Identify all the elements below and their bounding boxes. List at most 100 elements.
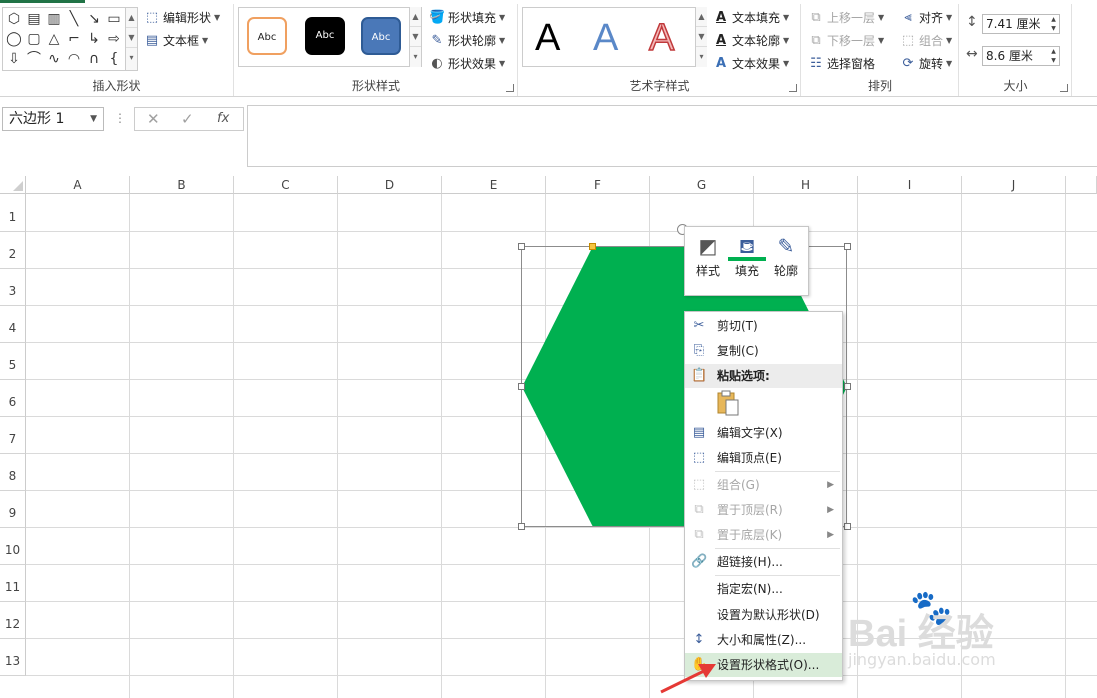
rotate-button[interactable]: ⟳ 旋转 ▼: [900, 54, 953, 74]
right-arrow-shape-icon[interactable]: ⇨: [105, 30, 123, 48]
style-preset-blue[interactable]: Abc: [361, 17, 401, 55]
arrow-line-shape-icon[interactable]: ↘: [85, 10, 103, 28]
scroll-up-icon[interactable]: ▲: [410, 7, 421, 27]
row-header-10[interactable]: 10: [0, 528, 26, 565]
oval-shape-icon[interactable]: ◯: [5, 30, 23, 48]
shape-styles-gallery[interactable]: Abc Abc Abc: [238, 7, 422, 67]
group-button[interactable]: ⬚ 组合 ▼: [900, 31, 952, 51]
down-arrow-shape-icon[interactable]: ⇩: [5, 50, 23, 68]
column-header-f[interactable]: F: [546, 176, 650, 194]
chevron-down-icon[interactable]: ▼: [90, 108, 97, 130]
arc-shape-icon[interactable]: ∩: [85, 50, 103, 68]
menu-size-properties[interactable]: ↕ 大小和属性(Z)...: [685, 628, 842, 652]
shape-styles-scroll[interactable]: ▲ ▼ ▾: [409, 7, 421, 67]
resize-handle-bottom-right[interactable]: [844, 523, 851, 530]
wordart-preset-blue[interactable]: A: [593, 16, 618, 60]
row-header-6[interactable]: 6: [0, 380, 26, 417]
expand-gallery-icon[interactable]: ▾: [410, 47, 421, 67]
shape-styles-launcher-icon[interactable]: [506, 84, 514, 92]
curve-shape-icon[interactable]: ◠: [65, 50, 83, 68]
wordart-preset-red[interactable]: A: [648, 16, 675, 60]
resize-handle-left[interactable]: [518, 383, 525, 390]
column-header-j[interactable]: J: [962, 176, 1066, 194]
text-fill-button[interactable]: A 文本填充 ▼: [713, 8, 789, 28]
row-header-9[interactable]: 9: [0, 491, 26, 528]
menu-edit-text[interactable]: ▤ 编辑文字(X): [685, 421, 842, 445]
adjust-handle[interactable]: [589, 243, 596, 250]
menu-assign-macro[interactable]: 指定宏(N)...: [685, 577, 842, 601]
formula-input[interactable]: [247, 105, 1097, 167]
row-header-2[interactable]: 2: [0, 232, 26, 269]
elbow-arrow-shape-icon[interactable]: ↳: [85, 30, 103, 48]
menu-copy[interactable]: ⎘ 复制(C): [685, 339, 842, 363]
shape-outline-button[interactable]: ✎ 形状轮廓 ▼: [429, 31, 506, 51]
column-header-c[interactable]: C: [234, 176, 338, 194]
shapes-gallery[interactable]: ⬡ ▤ ▥ ╲ ↘ ▭ ◯ ▢ △ ⌐ ↳ ⇨ ⇩ ⌒ ∿ ◠ ∩ { ▲ ▼ …: [2, 7, 138, 71]
resize-handle-bottom-left[interactable]: [518, 523, 525, 530]
column-header-b[interactable]: B: [130, 176, 234, 194]
wordart-preset-black[interactable]: A: [535, 16, 560, 60]
row-header-8[interactable]: 8: [0, 454, 26, 491]
style-preset-orange[interactable]: Abc: [247, 17, 287, 55]
scroll-up-icon[interactable]: ▲: [696, 7, 707, 27]
scroll-down-icon[interactable]: ▼: [696, 27, 707, 47]
column-header-e[interactable]: E: [442, 176, 546, 194]
row-header-11[interactable]: 11: [0, 565, 26, 602]
text-box-button[interactable]: ▤ 文本框 ▼: [144, 31, 208, 51]
align-button[interactable]: ⫷ 对齐 ▼: [900, 8, 952, 28]
edit-shape-button[interactable]: ⬚ 编辑形状 ▼: [144, 8, 220, 28]
menu-send-to-back[interactable]: ⧉ 置于底层(K) ▶: [685, 523, 842, 547]
vertical-textbox-shape-icon[interactable]: ▥: [45, 10, 63, 28]
shape-height-input[interactable]: 7.41 厘米 ▲ ▼: [982, 14, 1060, 34]
bring-forward-button[interactable]: ⧉ 上移一层 ▼: [808, 8, 884, 28]
cancel-icon[interactable]: ✕: [147, 108, 160, 130]
rectangle-shape-icon[interactable]: ▭: [105, 10, 123, 28]
paste-button[interactable]: [717, 390, 739, 416]
shapes-gallery-scroll[interactable]: ▲ ▼ ▾: [125, 8, 137, 70]
rounded-rect-shape-icon[interactable]: ▢: [25, 30, 43, 48]
fill-button[interactable]: ⛾ 填充: [728, 231, 766, 289]
row-header-3[interactable]: 3: [0, 269, 26, 306]
menu-format-shape[interactable]: ✋ 设置形状格式(O)...: [685, 653, 842, 677]
column-header-g[interactable]: G: [650, 176, 754, 194]
row-header-13[interactable]: 13: [0, 639, 26, 676]
brace-shape-icon[interactable]: {: [105, 50, 123, 68]
selection-pane-button[interactable]: ☷ 选择窗格: [808, 54, 875, 74]
row-header-7[interactable]: 7: [0, 417, 26, 454]
wordart-scroll[interactable]: ▲ ▼ ▾: [695, 7, 707, 67]
outline-button[interactable]: ✎ 轮廓: [767, 231, 805, 289]
resize-handle-top-left[interactable]: [518, 243, 525, 250]
menu-edit-points[interactable]: ⬚ 编辑顶点(E): [685, 446, 842, 470]
hexagon-shape-icon[interactable]: ⬡: [5, 10, 23, 28]
expand-gallery-icon[interactable]: ▾: [126, 48, 137, 68]
column-header-h[interactable]: H: [754, 176, 858, 194]
shape-width-input[interactable]: 8.6 厘米 ▲ ▼: [982, 46, 1060, 66]
elbow-connector-shape-icon[interactable]: ⌐: [65, 30, 83, 48]
scroll-down-icon[interactable]: ▼: [410, 27, 421, 47]
expand-gallery-icon[interactable]: ▾: [696, 47, 707, 67]
scroll-up-icon[interactable]: ▲: [126, 8, 137, 28]
column-header-d[interactable]: D: [338, 176, 442, 194]
menu-group[interactable]: ⬚ 组合(G) ▶: [685, 473, 842, 497]
width-spinner[interactable]: ▲ ▼: [1048, 47, 1059, 65]
column-header-i[interactable]: I: [858, 176, 962, 194]
row-header-1[interactable]: 1: [0, 194, 26, 232]
column-header-a[interactable]: A: [26, 176, 130, 194]
textbox-shape-icon[interactable]: ▤: [25, 10, 43, 28]
freeform-shape-icon[interactable]: ⌒: [25, 50, 43, 68]
scribble-shape-icon[interactable]: ∿: [45, 50, 63, 68]
triangle-shape-icon[interactable]: △: [45, 30, 63, 48]
row-header-5[interactable]: 5: [0, 343, 26, 380]
insert-function-icon[interactable]: fx: [217, 108, 229, 130]
enter-icon[interactable]: ✓: [181, 108, 194, 130]
menu-hyperlink[interactable]: 🔗 超链接(H)...: [685, 550, 842, 574]
name-box[interactable]: 六边形 1 ▼: [2, 107, 104, 131]
row-header-4[interactable]: 4: [0, 306, 26, 343]
wordart-launcher-icon[interactable]: [789, 84, 797, 92]
style-preset-black[interactable]: Abc: [305, 17, 345, 55]
menu-bring-to-front[interactable]: ⧉ 置于顶层(R) ▶: [685, 498, 842, 522]
menu-set-default-shape[interactable]: 设置为默认形状(D): [685, 603, 842, 627]
resize-handle-top-right[interactable]: [844, 243, 851, 250]
more-options-icon[interactable]: ⋮: [114, 111, 126, 125]
select-all-corner[interactable]: [0, 176, 26, 194]
